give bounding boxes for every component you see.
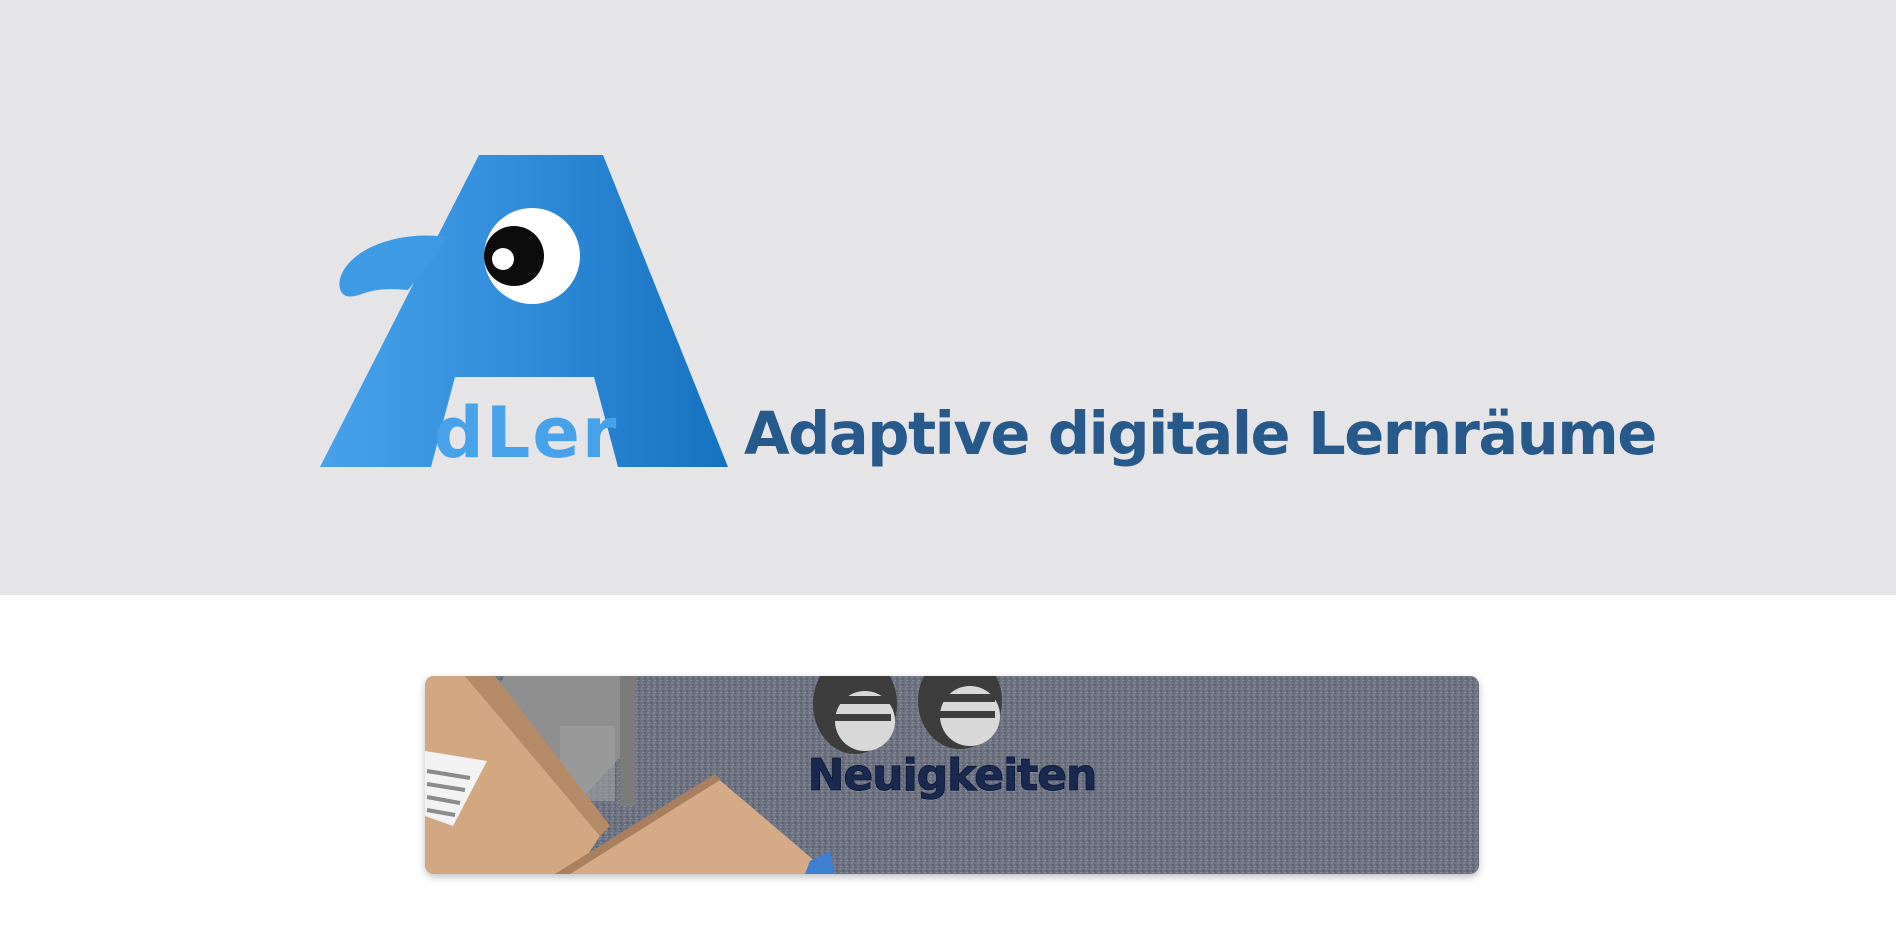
header-banner: dLer Adaptive digitale Lernräume bbox=[0, 0, 1896, 595]
news-card[interactable]: Neuigkeiten bbox=[425, 676, 1479, 874]
eagle-a-icon: dLer bbox=[320, 155, 728, 470]
logo-text: dLer bbox=[434, 392, 619, 470]
adler-logo[interactable]: dLer bbox=[318, 155, 728, 470]
page-title: Adaptive digitale Lernräume bbox=[744, 399, 1657, 468]
news-title: Neuigkeiten bbox=[807, 749, 1098, 801]
